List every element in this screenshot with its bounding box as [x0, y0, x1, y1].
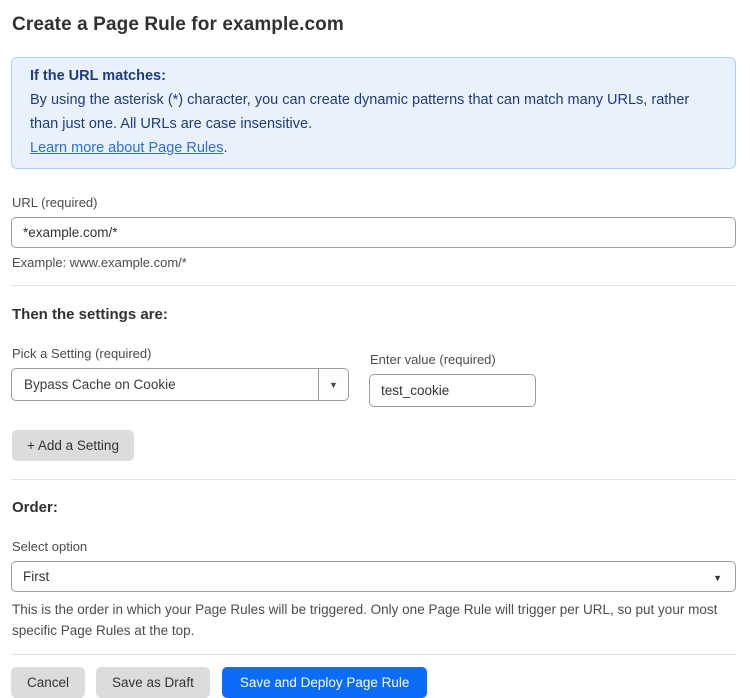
- setting-dropdown[interactable]: Bypass Cache on Cookie ▼: [11, 368, 349, 401]
- info-box-heading: If the URL matches:: [30, 64, 717, 88]
- info-box-body: By using the asterisk (*) character, you…: [30, 88, 717, 136]
- pick-setting-column: Pick a Setting (required) Bypass Cache o…: [11, 346, 349, 401]
- url-match-info-box: If the URL matches: By using the asteris…: [11, 57, 736, 169]
- order-select-value: First: [23, 569, 49, 584]
- chevron-down-icon: ▼: [329, 380, 338, 390]
- url-input[interactable]: [11, 217, 736, 248]
- info-box-link-line: Learn more about Page Rules.: [30, 136, 717, 160]
- order-select[interactable]: First ▼: [11, 561, 736, 592]
- url-example-helper: Example: www.example.com/*: [12, 255, 736, 270]
- setting-dropdown-value: Bypass Cache on Cookie: [12, 369, 318, 400]
- order-section-heading: Order:: [12, 499, 736, 516]
- divider: [11, 479, 736, 480]
- divider: [11, 654, 736, 655]
- order-select-label: Select option: [12, 539, 736, 554]
- form-actions: Cancel Save as Draft Save and Deploy Pag…: [11, 667, 736, 698]
- learn-more-link[interactable]: Learn more about Page Rules: [30, 140, 223, 156]
- page-rule-form: Create a Page Rule for example.com If th…: [0, 0, 750, 698]
- save-and-deploy-button[interactable]: Save and Deploy Page Rule: [222, 667, 428, 698]
- settings-row: Pick a Setting (required) Bypass Cache o…: [11, 346, 736, 407]
- settings-section-heading: Then the settings are:: [12, 306, 736, 323]
- page-title: Create a Page Rule for example.com: [12, 14, 736, 36]
- cancel-button[interactable]: Cancel: [11, 667, 85, 698]
- setting-value-input[interactable]: [369, 374, 536, 407]
- setting-dropdown-button[interactable]: ▼: [318, 369, 348, 400]
- enter-value-label: Enter value (required): [370, 352, 536, 367]
- enter-value-column: Enter value (required): [369, 352, 536, 407]
- url-field-label: URL (required): [12, 195, 736, 210]
- link-period: .: [223, 140, 227, 156]
- order-helper-text: This is the order in which your Page Rul…: [12, 599, 732, 641]
- add-setting-button[interactable]: + Add a Setting: [12, 430, 134, 461]
- save-as-draft-button[interactable]: Save as Draft: [96, 667, 210, 698]
- divider: [11, 285, 736, 286]
- chevron-down-icon: ▼: [713, 573, 722, 583]
- pick-setting-label: Pick a Setting (required): [12, 346, 349, 361]
